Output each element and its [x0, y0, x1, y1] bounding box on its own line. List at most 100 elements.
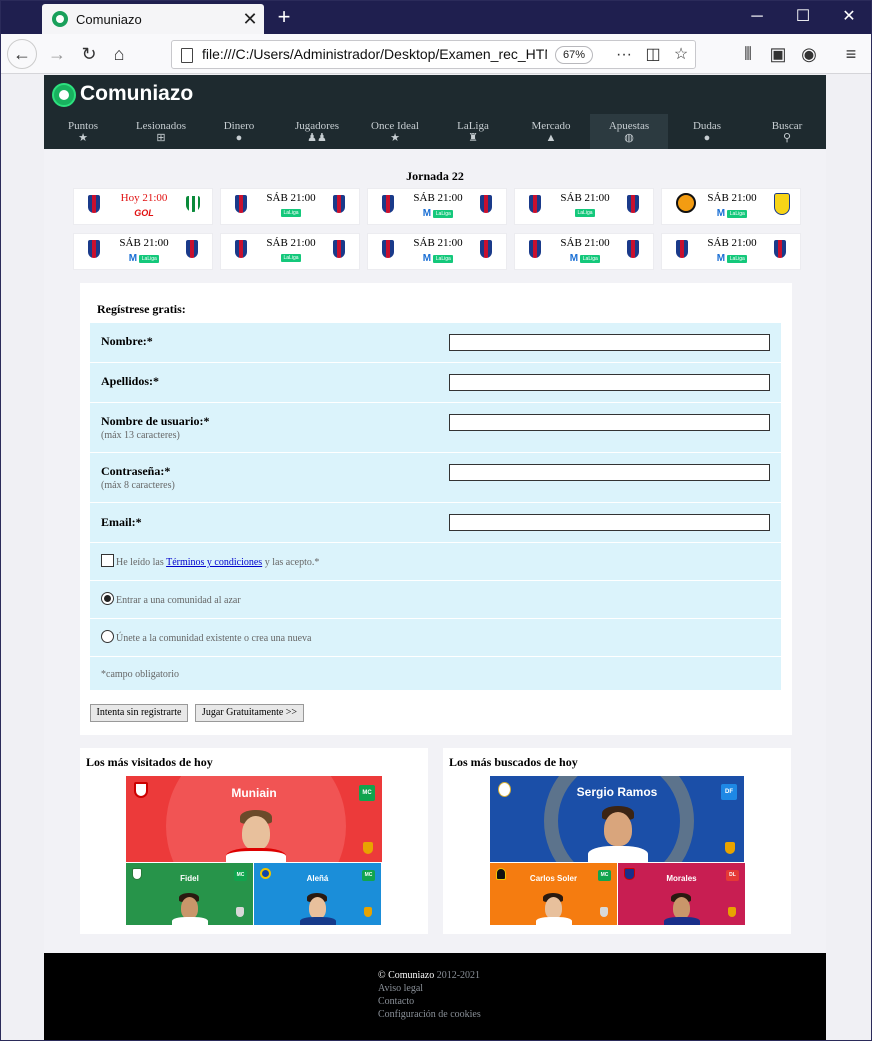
- menu-item-dudas[interactable]: Dudas ●: [668, 114, 746, 149]
- position-badge: MC: [362, 870, 375, 881]
- movistar-icon: M: [422, 253, 432, 264]
- menu-icon[interactable]: ≡: [836, 40, 866, 68]
- movistar-icon: M: [716, 253, 726, 264]
- nombre-input[interactable]: [449, 334, 770, 351]
- match-card[interactable]: SÁB 21:00 LaLiga: [220, 233, 360, 270]
- radio-existing-row: Únete a la comunidad existente o crea un…: [90, 618, 781, 656]
- player-card-alena[interactable]: Aleñá MC: [254, 863, 381, 925]
- reload-button[interactable]: ↻: [74, 40, 104, 68]
- comuniazo-logo-icon[interactable]: [52, 83, 76, 107]
- account-icon[interactable]: ◉: [794, 40, 824, 68]
- match-time: SÁB 21:00: [266, 192, 316, 204]
- player-card-fidel[interactable]: Fidel MC: [126, 863, 253, 925]
- url-text[interactable]: file:///C:/Users/Administrador/Desktop/E…: [202, 46, 547, 62]
- match-card[interactable]: SÁB 21:00 M LaLiga: [367, 233, 507, 270]
- menu-item-once-ideal[interactable]: Once Ideal ★: [356, 114, 434, 149]
- new-tab-button[interactable]: +: [270, 4, 298, 32]
- password-input[interactable]: [449, 464, 770, 481]
- email-input[interactable]: [449, 514, 770, 531]
- menu-item-dinero[interactable]: Dinero ●: [200, 114, 278, 149]
- position-badge: MC: [598, 870, 611, 881]
- back-button[interactable]: ←: [7, 39, 37, 69]
- match-card[interactable]: SÁB 21:00 M LaLiga: [73, 233, 213, 270]
- player-card-morales[interactable]: Morales DL: [618, 863, 745, 925]
- player-card-sergio-ramos[interactable]: Sergio Ramos DF: [490, 776, 744, 862]
- match-card[interactable]: SÁB 21:00 M LaLiga: [367, 188, 507, 225]
- player-face: [545, 897, 562, 919]
- library-icon[interactable]: ⫴: [733, 40, 763, 68]
- menu-item-mercado[interactable]: Mercado ▲: [512, 114, 590, 149]
- browser-titlebar: Comuniazo ✕ + ─ ☐ ✕: [0, 0, 872, 34]
- browser-navbar: ← → ↻ ⌂ file:///C:/Users/Administrador/D…: [0, 34, 872, 74]
- tv-channel: M LaLiga: [662, 208, 802, 219]
- match-time: SÁB 21:00: [119, 237, 169, 249]
- player-shirt: [226, 848, 286, 862]
- minimize-button[interactable]: ─: [734, 0, 780, 34]
- apellidos-input[interactable]: [449, 374, 770, 391]
- sidebar-icon[interactable]: ▣: [763, 40, 793, 68]
- menu-item-apuestas[interactable]: Apuestas ◍: [590, 114, 668, 149]
- usuario-row: Nombre de usuario:* (máx 13 caracteres): [90, 402, 781, 452]
- match-card[interactable]: SÁB 21:00 M LaLiga: [661, 233, 801, 270]
- match-card[interactable]: SÁB 21:00 LaLiga: [220, 188, 360, 225]
- player-card-muniain[interactable]: Muniain MC: [126, 776, 382, 862]
- laliga-tv-icon: LaLiga: [139, 254, 160, 263]
- terms-row: He leído las Términos y condiciones y la…: [90, 542, 781, 580]
- site-logo[interactable]: Comuniazo: [80, 82, 193, 106]
- more-actions-icon[interactable]: ···: [613, 44, 635, 66]
- menu-item-label: Dudas: [692, 120, 722, 132]
- footer-link-cookies[interactable]: Configuración de cookies: [378, 1009, 481, 1020]
- terms-checkbox[interactable]: [101, 554, 114, 567]
- menu-item-jugadores[interactable]: Jugadores ♟♟: [278, 114, 356, 149]
- menu-item-laliga[interactable]: LaLiga ♜: [434, 114, 512, 149]
- laliga-tv-icon: LaLiga: [575, 208, 595, 217]
- radio-random[interactable]: [101, 592, 114, 605]
- match-card[interactable]: SÁB 21:00 LaLiga: [514, 188, 654, 225]
- forward-button[interactable]: →: [42, 40, 72, 68]
- match-card[interactable]: Hoy 21:00 GOL: [73, 188, 213, 225]
- maximize-button[interactable]: ☐: [780, 0, 826, 34]
- radio-existing[interactable]: [101, 630, 114, 643]
- bookmark-star-icon[interactable]: ☆: [670, 44, 692, 66]
- menu-item-label: Once Ideal: [371, 120, 419, 132]
- player-name: Muniain: [231, 786, 277, 800]
- footer-link-contacto[interactable]: Contacto: [378, 996, 414, 1007]
- menu-item-label: LaLiga: [457, 120, 489, 132]
- menu-item-label: Buscar: [771, 120, 803, 132]
- pocket-icon[interactable]: ◫: [642, 44, 664, 66]
- player-shirt: [536, 917, 572, 925]
- player-card-carlos-soler[interactable]: Carlos Soler MC: [490, 863, 617, 925]
- browser-tab[interactable]: Comuniazo ✕: [42, 4, 264, 34]
- player-face: [604, 812, 632, 846]
- trophy-icon: ♜: [468, 132, 478, 144]
- player-shirt: [300, 917, 336, 925]
- match-card[interactable]: SÁB 21:00 M LaLiga: [661, 188, 801, 225]
- close-tab-icon[interactable]: ✕: [236, 5, 264, 33]
- users-icon: ♟♟: [307, 132, 327, 144]
- play-free-button[interactable]: Jugar Gratuitamente >>: [195, 704, 304, 722]
- zoom-level[interactable]: 67%: [555, 46, 593, 64]
- terms-link[interactable]: Términos y condiciones: [166, 557, 262, 568]
- required-note: *campo obligatorio: [101, 669, 180, 680]
- registration-form: Regístrese gratis: Nombre:* Apellidos:* …: [80, 283, 792, 735]
- tv-channel: M LaLiga: [74, 253, 214, 264]
- tv-channel: M LaLiga: [368, 208, 508, 219]
- player-shirt: [588, 846, 648, 862]
- star-icon: ★: [390, 132, 400, 144]
- menu-item-puntos[interactable]: Puntos ★: [44, 114, 122, 149]
- menu-item-buscar[interactable]: Buscar ⚲: [748, 114, 826, 149]
- match-card[interactable]: SÁB 21:00 M LaLiga: [514, 233, 654, 270]
- address-bar[interactable]: file:///C:/Users/Administrador/Desktop/E…: [171, 40, 696, 69]
- radio-existing-label[interactable]: Únete a la comunidad existente o crea un…: [116, 633, 311, 644]
- close-window-button[interactable]: ✕: [826, 0, 872, 34]
- usuario-input[interactable]: [449, 414, 770, 431]
- footer-link-aviso-legal[interactable]: Aviso legal: [378, 983, 423, 994]
- apellidos-row: Apellidos:*: [90, 362, 781, 402]
- footer-years: 2012-2021: [436, 970, 481, 981]
- laliga-tv-icon: LaLiga: [433, 254, 454, 263]
- home-button[interactable]: ⌂: [104, 40, 134, 68]
- menu-item-lesionados[interactable]: Lesionados ⊞: [122, 114, 200, 149]
- page-icon: [181, 48, 193, 63]
- radio-random-label[interactable]: Entrar a una comunidad al azar: [116, 595, 241, 606]
- try-without-register-button[interactable]: Intenta sin registrarte: [90, 704, 188, 722]
